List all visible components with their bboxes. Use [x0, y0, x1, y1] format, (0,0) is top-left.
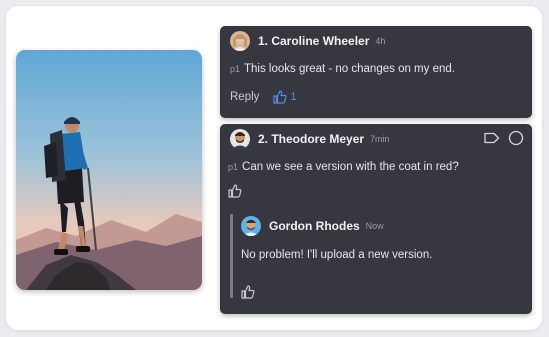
reply-text: No problem! I'll upload a new version. — [241, 249, 433, 261]
avatar-caroline — [230, 31, 250, 51]
comment-card-1: 1. Caroline Wheeler 4h p1 This looks gre… — [220, 26, 532, 118]
reply-button[interactable]: Reply — [230, 91, 259, 103]
like-count: 1 — [290, 91, 297, 103]
page-tag: p1 — [230, 64, 241, 74]
commenter-name: 2. Theodore Meyer — [258, 132, 365, 146]
page-tag: p1 — [228, 162, 239, 172]
avatar-gordon — [241, 216, 261, 236]
comment-time: 7min — [370, 134, 390, 144]
reply-author: Gordon Rhodes — [269, 219, 360, 233]
commenter-name: 1. Caroline Wheeler — [258, 34, 370, 48]
like-button[interactable]: 1 — [273, 90, 297, 104]
thread-line — [230, 214, 233, 298]
comment-text: Can we see a version with the coat in re… — [242, 161, 459, 173]
like-button[interactable] — [228, 184, 242, 198]
thumbs-up-icon — [273, 90, 287, 104]
label-icon[interactable] — [484, 132, 500, 144]
comment-time: 4h — [375, 36, 386, 46]
avatar-theodore — [230, 129, 250, 149]
resolve-circle-icon[interactable] — [508, 130, 524, 146]
reply-like-button[interactable] — [241, 285, 255, 299]
hiker-image — [16, 50, 202, 290]
hiker-photo[interactable] — [16, 50, 202, 290]
comment-card-2: 2. Theodore Meyer 7min p1 Can we see a v… — [220, 124, 532, 314]
comment-text: This looks great - no changes on my end. — [244, 63, 455, 75]
thumbs-up-icon — [228, 184, 242, 198]
thumbs-up-icon — [241, 285, 255, 299]
reply-time: Now — [365, 221, 384, 231]
